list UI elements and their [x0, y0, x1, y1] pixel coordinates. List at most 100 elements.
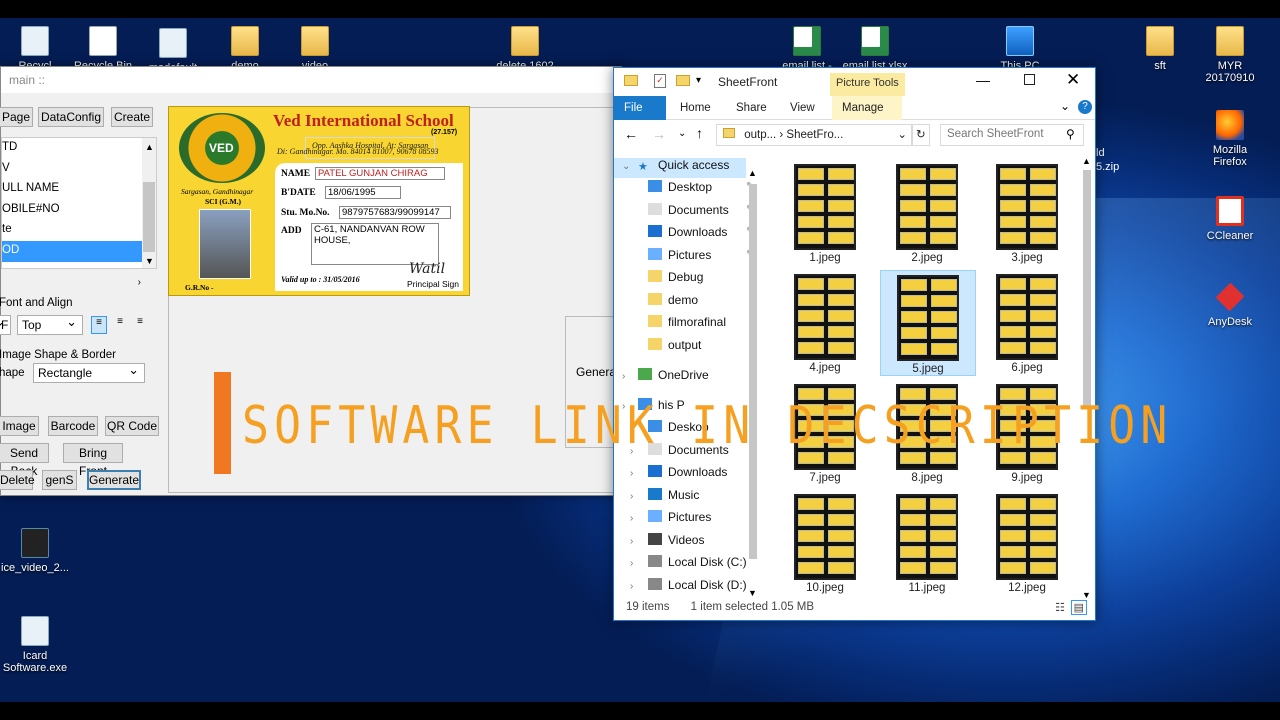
align-center-button[interactable]: ≡	[112, 316, 128, 334]
spacer: ›	[630, 558, 634, 569]
up-icon[interactable]: ↑	[696, 125, 703, 141]
list-scrollbar[interactable]: ▲ ▼	[142, 138, 156, 268]
align-left-button[interactable]: ≡	[91, 316, 107, 334]
nav-item[interactable]: › Local Disk (C:)	[630, 555, 747, 575]
nav-item[interactable]: Desktop✎	[630, 180, 754, 200]
minimize-icon[interactable]: —	[976, 72, 990, 88]
desktop-icon-15[interactable]: Icard Software.exe	[0, 616, 70, 674]
nav-item[interactable]: Debug	[630, 270, 703, 290]
desktop-icon-12[interactable]: CCleaner	[1195, 196, 1265, 242]
nav-item[interactable]: ⌄ ★ Quick access	[614, 158, 746, 178]
file-item[interactable]: 11.jpeg	[880, 490, 976, 596]
ribbon-expand-icon[interactable]: ⌄	[1060, 99, 1070, 113]
file-item[interactable]: 12.jpeg	[980, 490, 1076, 596]
tab-view[interactable]: View	[780, 96, 825, 120]
nav-item[interactable]: Documents✎	[630, 203, 754, 223]
address-bar[interactable]: outp... › SheetFro... ⌄	[716, 124, 912, 146]
list-item[interactable]: V	[2, 159, 156, 180]
nav-item[interactable]: output	[630, 338, 701, 358]
list-item[interactable]: TD	[2, 138, 156, 159]
file-item[interactable]: 10.jpeg	[778, 490, 874, 596]
tab-share[interactable]: Share	[726, 96, 777, 120]
id-card-preview[interactable]: VED Ved International School (27.157) Op…	[168, 106, 470, 296]
field-list[interactable]: TD V ULL NAME OBILE#NO te OD ▲ ▼	[1, 137, 157, 269]
gens-button[interactable]: genS	[42, 470, 77, 490]
list-item[interactable]: ULL NAME	[2, 179, 156, 200]
file-item[interactable]: 5.jpeg	[880, 270, 976, 376]
page-button[interactable]: Page	[0, 107, 33, 127]
align-right-button[interactable]: ≡	[132, 316, 148, 334]
school-contact: Di: Gandhinagar. Mo. 84014 81007, 90678 …	[277, 147, 439, 156]
path-dropdown-icon[interactable]: ⌄	[897, 127, 907, 141]
search-box[interactable]: Search SheetFront	[940, 124, 1084, 146]
desktop-icon-6[interactable]: email list -	[772, 26, 842, 72]
path-segment-sheetfront[interactable]: SheetFro...	[786, 129, 843, 141]
details-view-icon[interactable]: ☷	[1055, 601, 1065, 614]
file-item[interactable]: 2.jpeg	[880, 160, 976, 266]
address-field[interactable]: C-61, NANDANVAN ROW HOUSE,	[311, 223, 439, 265]
file-item[interactable]: 4.jpeg	[778, 270, 874, 376]
qrcode-button[interactable]: QR Code	[105, 416, 159, 436]
nav-item[interactable]: demo	[630, 293, 698, 313]
list-item[interactable]: OBILE#NO	[2, 200, 156, 221]
tab-manage[interactable]: Manage	[832, 96, 902, 120]
download-icon	[648, 225, 662, 237]
file-item[interactable]: 3.jpeg	[980, 160, 1076, 266]
file-item[interactable]: 6.jpeg	[980, 270, 1076, 376]
file-icon	[89, 26, 117, 56]
file-item[interactable]: 1.jpeg	[778, 160, 874, 266]
image-button[interactable]: Image	[0, 416, 39, 436]
nav-item[interactable]: Downloads✎	[630, 225, 754, 245]
tab-home[interactable]: Home	[670, 96, 721, 120]
large-icons-view-icon[interactable]: ▤	[1070, 600, 1087, 615]
properties-icon[interactable]: ✓	[654, 74, 666, 88]
tab-file[interactable]: File	[614, 96, 666, 120]
generate-button[interactable]: Generate	[87, 470, 141, 490]
barcode-button[interactable]: Barcode	[48, 416, 98, 436]
partial-zip-label[interactable]: ld 5.zip	[1096, 146, 1126, 174]
close-icon[interactable]: ✕	[1066, 70, 1080, 90]
list-item[interactable]: te	[2, 220, 156, 241]
desktop-icon-13[interactable]: AnyDesk	[1195, 282, 1265, 328]
desktop-icon-14[interactable]: ice_video_2...	[0, 528, 70, 574]
nav-item[interactable]: filmorafinal	[630, 315, 726, 335]
expand-chevron-icon[interactable]: ⌄	[622, 161, 638, 172]
shape-combo[interactable]: Rectangle	[33, 362, 145, 383]
qat-dropdown-icon[interactable]: ▾	[696, 75, 701, 86]
forward-icon[interactable]: →	[652, 126, 666, 142]
desktop-icon-8[interactable]: This PC	[985, 26, 1055, 72]
help-icon[interactable]: ?	[1078, 100, 1092, 114]
nav-item[interactable]: › Videos	[630, 533, 704, 553]
back-icon[interactable]: ←	[624, 126, 638, 142]
videos-icon	[648, 533, 662, 545]
nav-item[interactable]: Pictures✎	[630, 248, 754, 268]
recent-dropdown-icon[interactable]: ⌄	[678, 128, 686, 139]
nav-item[interactable]: › Pictures	[630, 510, 711, 530]
dataconfig-button[interactable]: DataConfig	[38, 107, 104, 127]
nav-item[interactable]: › Local Disk (D:)	[630, 578, 747, 598]
list-hscroll[interactable]: ›	[1, 277, 141, 291]
nav-item[interactable]: › Music	[630, 488, 699, 508]
refresh-icon[interactable]: ↻	[912, 124, 930, 146]
send-back-button[interactable]: Send Back	[0, 443, 49, 478]
valign-combo[interactable]: Top	[17, 314, 83, 335]
create-button[interactable]: Create	[111, 107, 153, 127]
student-photo[interactable]	[199, 209, 251, 279]
path-segment-output[interactable]: outp...	[744, 129, 776, 141]
list-item[interactable]: OD	[2, 240, 156, 262]
mobile-field[interactable]: 9879757683/99099147	[339, 206, 451, 219]
font-combo[interactable]: F	[0, 314, 11, 335]
desktop-icon-10[interactable]: MYR 20170910	[1195, 26, 1265, 84]
maximize-icon[interactable]	[1024, 74, 1035, 85]
nav-item-label: filmorafinal	[668, 315, 727, 329]
name-field[interactable]: PATEL GUNJAN CHIRAG	[315, 167, 445, 180]
desktop-icon-7[interactable]: email list.xlsx	[840, 26, 910, 72]
desktop-icon-9[interactable]: sft	[1125, 26, 1195, 72]
bring-front-button[interactable]: Bring Front	[63, 443, 123, 478]
new-folder-icon[interactable]	[676, 75, 690, 86]
bdate-field[interactable]: 18/06/1995	[325, 186, 401, 199]
desktop-icon-11[interactable]: Mozilla Firefox	[1195, 110, 1265, 168]
desktop-icon-label: ice_video_2...	[1, 562, 69, 574]
files-scrollbar[interactable]: ▲ ▼	[1080, 156, 1094, 600]
delete-button[interactable]: Delete	[0, 470, 35, 490]
